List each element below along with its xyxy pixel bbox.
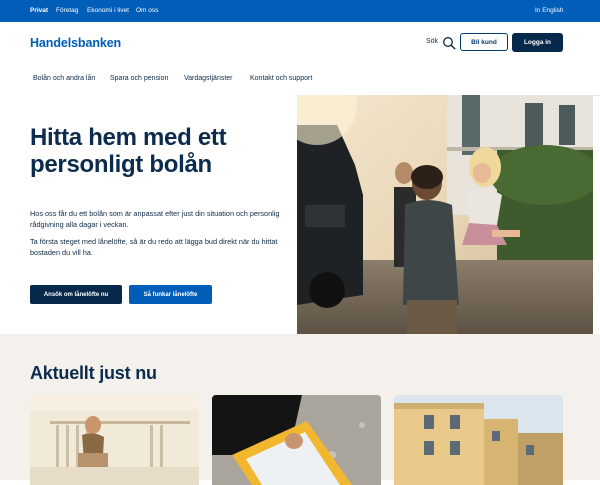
logo[interactable]: Handelsbanken	[30, 36, 121, 50]
search-icon[interactable]	[442, 36, 456, 50]
hero-title: Hitta hem med ett personligt bolån	[30, 124, 227, 178]
topbar-link-foretag[interactable]: Företag	[56, 7, 78, 14]
hero-image	[297, 95, 593, 334]
news-title: Aktuellt just nu	[30, 363, 157, 383]
news-card-image	[212, 395, 381, 485]
topbar-link-om-oss[interactable]: Om oss	[136, 7, 158, 14]
news-section: Aktuellt just nu	[0, 334, 600, 485]
site-header: Handelsbanken Sök Bli kund Logga in	[0, 22, 600, 65]
hero-paragraph-2: Ta första steget med lånelöfte, så är du…	[30, 237, 278, 257]
become-customer-button[interactable]: Bli kund	[460, 33, 508, 51]
how-loan-promise-works-button[interactable]: Så funkar lånelöfte	[129, 285, 212, 304]
news-card[interactable]	[394, 395, 563, 485]
nav-item-bolan[interactable]: Bolån och andra lån	[33, 75, 95, 82]
news-card-image	[30, 395, 199, 485]
search-label[interactable]: Sök	[426, 38, 438, 45]
main-nav: Bolån och andra lån Spara och pension Va…	[0, 64, 600, 96]
top-bar: Privat Företag Ekonomi i livet Om oss In…	[0, 0, 600, 22]
news-card-image	[394, 395, 563, 485]
hero-section: Hitta hem med ett personligt bolån Hos o…	[0, 95, 297, 334]
news-card[interactable]	[212, 395, 381, 485]
nav-item-spara[interactable]: Spara och pension	[110, 75, 168, 82]
nav-item-vardagstjanster[interactable]: Vardagstjänster	[184, 75, 233, 82]
apply-loan-promise-button[interactable]: Ansök om lånelöfte nu	[30, 285, 122, 304]
news-card[interactable]	[30, 395, 199, 485]
nav-item-kontakt[interactable]: Kontakt och support	[250, 75, 312, 82]
hero-paragraph-1: Hos oss får du ett bolån som är anpassat…	[30, 209, 280, 229]
topbar-link-ekonomi[interactable]: Ekonomi i livet	[87, 7, 129, 14]
topbar-link-english[interactable]: In English	[535, 7, 564, 14]
topbar-link-privat[interactable]: Privat	[30, 7, 48, 14]
login-button[interactable]: Logga in	[512, 33, 563, 52]
hero-photo-illustration	[297, 95, 593, 334]
